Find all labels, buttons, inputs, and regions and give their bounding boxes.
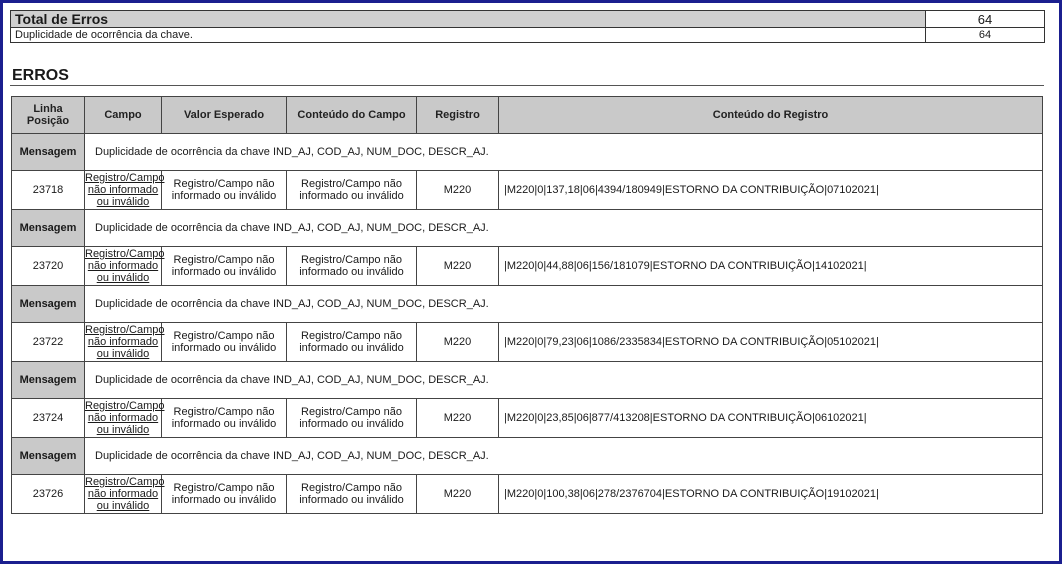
col-conteudo-campo: Conteúdo do Campo: [286, 96, 417, 134]
valor-esperado-value: Registro/Campo não informado ou inválido: [161, 398, 287, 438]
registro-value: M220: [416, 246, 499, 286]
message-text: Duplicidade de ocorrência da chave IND_A…: [84, 361, 1043, 399]
errors-table: Linha Posição Campo Valor Esperado Conte…: [11, 96, 1043, 514]
message-label: Mensagem: [11, 361, 85, 399]
message-text: Duplicidade de ocorrência da chave IND_A…: [84, 285, 1043, 323]
message-text: Duplicidade de ocorrência da chave IND_A…: [84, 437, 1043, 475]
valor-esperado-value: Registro/Campo não informado ou inválido: [161, 322, 287, 362]
col-campo: Campo: [84, 96, 162, 134]
message-text: Duplicidade de ocorrência da chave IND_A…: [84, 133, 1043, 171]
valor-esperado-value: Registro/Campo não informado ou inválido: [161, 170, 287, 210]
campo-value: Registro/Campo não informado ou inválido: [84, 398, 164, 438]
message-row: Mensagem Duplicidade de ocorrência da cha…: [11, 209, 1043, 247]
valor-esperado-value: Registro/Campo não informado ou inválido: [161, 474, 287, 514]
total-count: 64: [925, 10, 1045, 28]
linha-posicao-value: 23726: [11, 474, 85, 514]
error-row: 23718 Registro/Campo não informado ou inv…: [11, 170, 1043, 210]
conteudo-campo-value: Registro/Campo não informado ou inválido: [286, 474, 417, 514]
registro-value: M220: [416, 398, 499, 438]
message-label: Mensagem: [11, 133, 85, 171]
registro-value: M220: [416, 170, 499, 210]
linha-posicao-value: 23720: [11, 246, 85, 286]
campo-link[interactable]: Registro/Campo não informado ou inválido: [85, 400, 164, 436]
conteudo-campo-value: Registro/Campo não informado ou inválido: [286, 398, 417, 438]
error-row: 23720 Registro/Campo não informado ou inv…: [11, 246, 1043, 286]
conteudo-campo-value: Registro/Campo não informado ou inválido: [286, 322, 417, 362]
campo-value: Registro/Campo não informado ou inválido: [84, 474, 164, 514]
total-title: Total de Erros: [10, 10, 926, 28]
conteudo-campo-value: Registro/Campo não informado ou inválido: [286, 170, 417, 210]
message-row: Mensagem Duplicidade de ocorrência da cha…: [11, 437, 1043, 475]
col-linha-posicao: Linha Posição: [11, 96, 85, 134]
col-valor-esperado: Valor Esperado: [161, 96, 287, 134]
section-title: ERROS: [12, 67, 69, 84]
campo-link[interactable]: Registro/Campo não informado ou inválido: [85, 172, 164, 208]
campo-link[interactable]: Registro/Campo não informado ou inválido: [85, 324, 164, 360]
section-divider: [10, 85, 1044, 86]
registro-value: M220: [416, 474, 499, 514]
error-row: 23722 Registro/Campo não informado ou inv…: [11, 322, 1043, 362]
message-label: Mensagem: [11, 209, 85, 247]
conteudo-registro-value: |M220|0|137,18|06|4394/180949|ESTORNO DA…: [498, 170, 1043, 210]
message-label: Mensagem: [11, 437, 85, 475]
conteudo-campo-value: Registro/Campo não informado ou inválido: [286, 246, 417, 286]
registro-value: M220: [416, 322, 499, 362]
linha-posicao-value: 23724: [11, 398, 85, 438]
total-description: Duplicidade de ocorrência da chave.: [10, 27, 926, 43]
campo-value: Registro/Campo não informado ou inválido: [84, 322, 164, 362]
total-description-count: 64: [925, 27, 1045, 43]
conteudo-registro-value: |M220|0|44,88|06|156/181079|ESTORNO DA C…: [498, 246, 1043, 286]
linha-posicao-value: 23722: [11, 322, 85, 362]
error-row: 23724 Registro/Campo não informado ou inv…: [11, 398, 1043, 438]
conteudo-registro-value: |M220|0|23,85|06|877/413208|ESTORNO DA C…: [498, 398, 1043, 438]
campo-link[interactable]: Registro/Campo não informado ou inválido: [85, 476, 164, 512]
col-registro: Registro: [416, 96, 499, 134]
message-row: Mensagem Duplicidade de ocorrência da cha…: [11, 361, 1043, 399]
campo-link[interactable]: Registro/Campo não informado ou inválido: [85, 248, 164, 284]
conteudo-registro-value: |M220|0|100,38|06|278/2376704|ESTORNO DA…: [498, 474, 1043, 514]
error-row: 23726 Registro/Campo não informado ou inv…: [11, 474, 1043, 514]
campo-value: Registro/Campo não informado ou inválido: [84, 246, 164, 286]
linha-posicao-value: 23718: [11, 170, 85, 210]
message-row: Mensagem Duplicidade de ocorrência da cha…: [11, 285, 1043, 323]
conteudo-registro-value: |M220|0|79,23|06|1086/2335834|ESTORNO DA…: [498, 322, 1043, 362]
message-text: Duplicidade de ocorrência da chave IND_A…: [84, 209, 1043, 247]
message-row: Mensagem Duplicidade de ocorrência da cha…: [11, 133, 1043, 171]
valor-esperado-value: Registro/Campo não informado ou inválido: [161, 246, 287, 286]
total-errors-table: Total de Erros 64 Duplicidade de ocorrên…: [10, 10, 1045, 43]
col-conteudo-registro: Conteúdo do Registro: [498, 96, 1043, 134]
message-label: Mensagem: [11, 285, 85, 323]
campo-value: Registro/Campo não informado ou inválido: [84, 170, 164, 210]
